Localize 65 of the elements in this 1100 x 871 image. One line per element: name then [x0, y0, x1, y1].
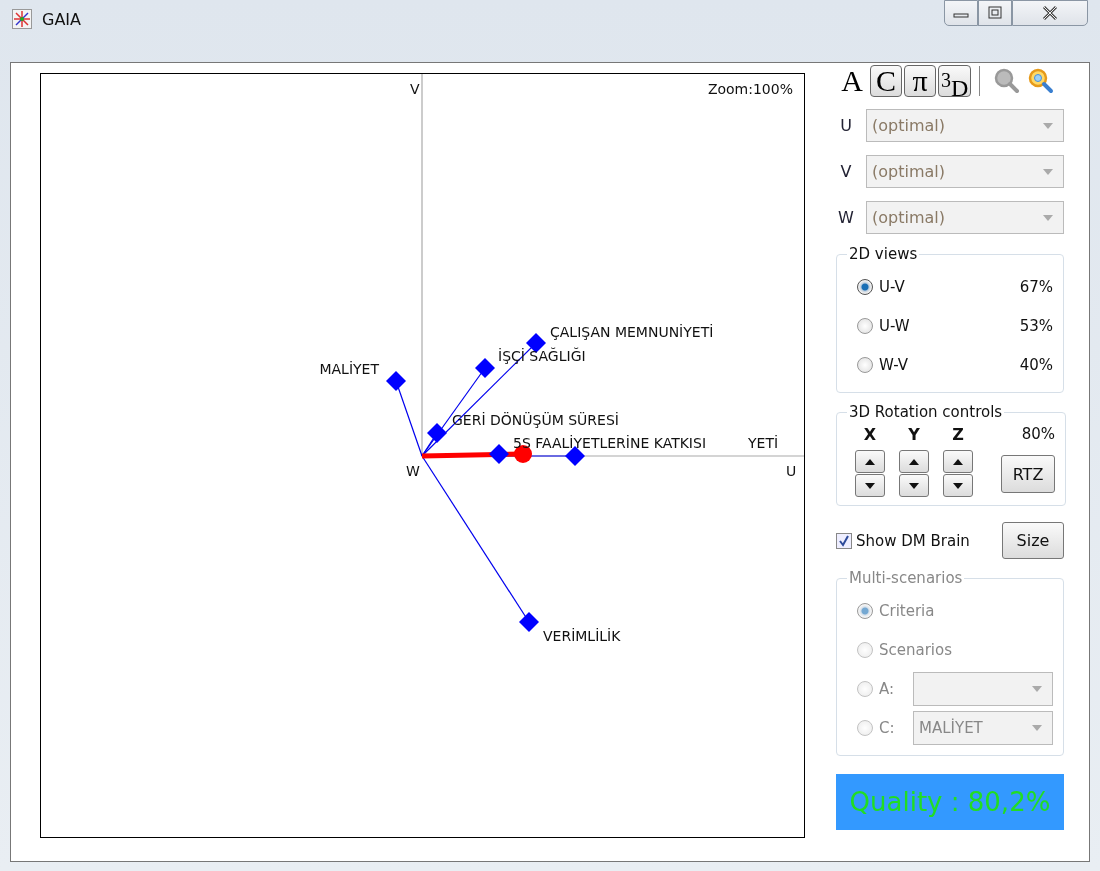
view-option[interactable]: U-V 67%: [857, 267, 1053, 306]
down-arrow-icon: [909, 482, 919, 489]
rotate-down-button[interactable]: [943, 474, 973, 497]
axis-name: X: [863, 425, 877, 444]
up-arrow-icon: [953, 458, 963, 465]
axis-dropdown[interactable]: (optimal): [866, 155, 1064, 188]
criterion-label: ÇALIŞAN MEMNUNİYETİ: [550, 324, 714, 340]
magnifier-icon[interactable]: [1028, 68, 1055, 94]
down-arrow-icon: [953, 482, 963, 489]
view-mode-button[interactable]: π: [904, 65, 936, 97]
rotation-percent: 80%: [1021, 425, 1055, 443]
down-arrow-icon: [865, 482, 875, 489]
up-arrow-icon: [909, 458, 919, 465]
criterion-label: VERİMLİLİK: [543, 628, 621, 644]
caret-icon: [1043, 122, 1053, 129]
rotate-up-button[interactable]: [855, 450, 885, 473]
criterion-marker[interactable]: [565, 446, 585, 466]
view-mode-button[interactable]: C: [870, 65, 902, 97]
group-title: Multi-scenarios: [848, 569, 964, 587]
axis-name: W: [837, 208, 855, 227]
caret-icon: [1032, 685, 1042, 692]
axis-label: W: [406, 463, 420, 479]
axis-name: Z: [952, 425, 964, 444]
rotate-down-button[interactable]: [855, 474, 885, 497]
view-option[interactable]: W-V 40%: [857, 345, 1053, 384]
axis-label: V: [410, 81, 420, 97]
axis-label: U: [786, 463, 797, 479]
zoom-label: Zoom:100%: [707, 81, 793, 97]
rotate-down-button[interactable]: [899, 474, 929, 497]
size-button[interactable]: Size: [1002, 522, 1064, 559]
criterion-marker[interactable]: [427, 423, 447, 443]
view-option[interactable]: U-W 53%: [857, 306, 1053, 345]
criterion-marker[interactable]: [386, 371, 406, 391]
close-icon: [1040, 5, 1060, 21]
rotate-up-button[interactable]: [943, 450, 973, 473]
axis-dropdown[interactable]: (optimal): [866, 109, 1064, 142]
criterion-marker[interactable]: [475, 358, 495, 378]
quality-indicator: Quality : 80,2%: [836, 774, 1064, 830]
checkmark-icon: [838, 534, 850, 547]
criterion-marker[interactable]: [519, 612, 539, 632]
reset-button[interactable]: RTZ: [1001, 455, 1055, 493]
close-button[interactable]: [1012, 0, 1088, 26]
axis-dropdown[interactable]: (optimal): [866, 201, 1064, 234]
up-arrow-icon: [865, 458, 875, 465]
view-mode-button[interactable]: A: [836, 65, 868, 97]
group-title: 3D Rotation controls: [848, 403, 1004, 421]
criterion-label: MALİYET: [319, 361, 379, 377]
axis-name: V: [839, 162, 853, 181]
criterion-label: İŞÇİ SAĞLIĞI: [498, 348, 586, 364]
group-title: 2D views: [848, 245, 919, 263]
show-dm-brain-checkbox[interactable]: Show DM Brain: [836, 531, 970, 550]
maximize-button[interactable]: [978, 0, 1012, 26]
criterion-marker[interactable]: [489, 444, 509, 464]
maximize-icon: [987, 6, 1003, 20]
view-mode-button[interactable]: $^{3}$D: [938, 65, 972, 97]
caret-icon: [1043, 214, 1053, 221]
criterion-label: YETİ: [748, 435, 779, 451]
rotate-up-button[interactable]: [899, 450, 929, 473]
minimize-button[interactable]: [944, 0, 978, 26]
app-icon: [12, 9, 32, 29]
axis-name: Y: [908, 425, 920, 444]
caret-icon: [1032, 724, 1042, 731]
window-title: GAIA: [42, 9, 81, 29]
caret-icon: [1043, 168, 1053, 175]
axis-name: U: [839, 116, 853, 135]
